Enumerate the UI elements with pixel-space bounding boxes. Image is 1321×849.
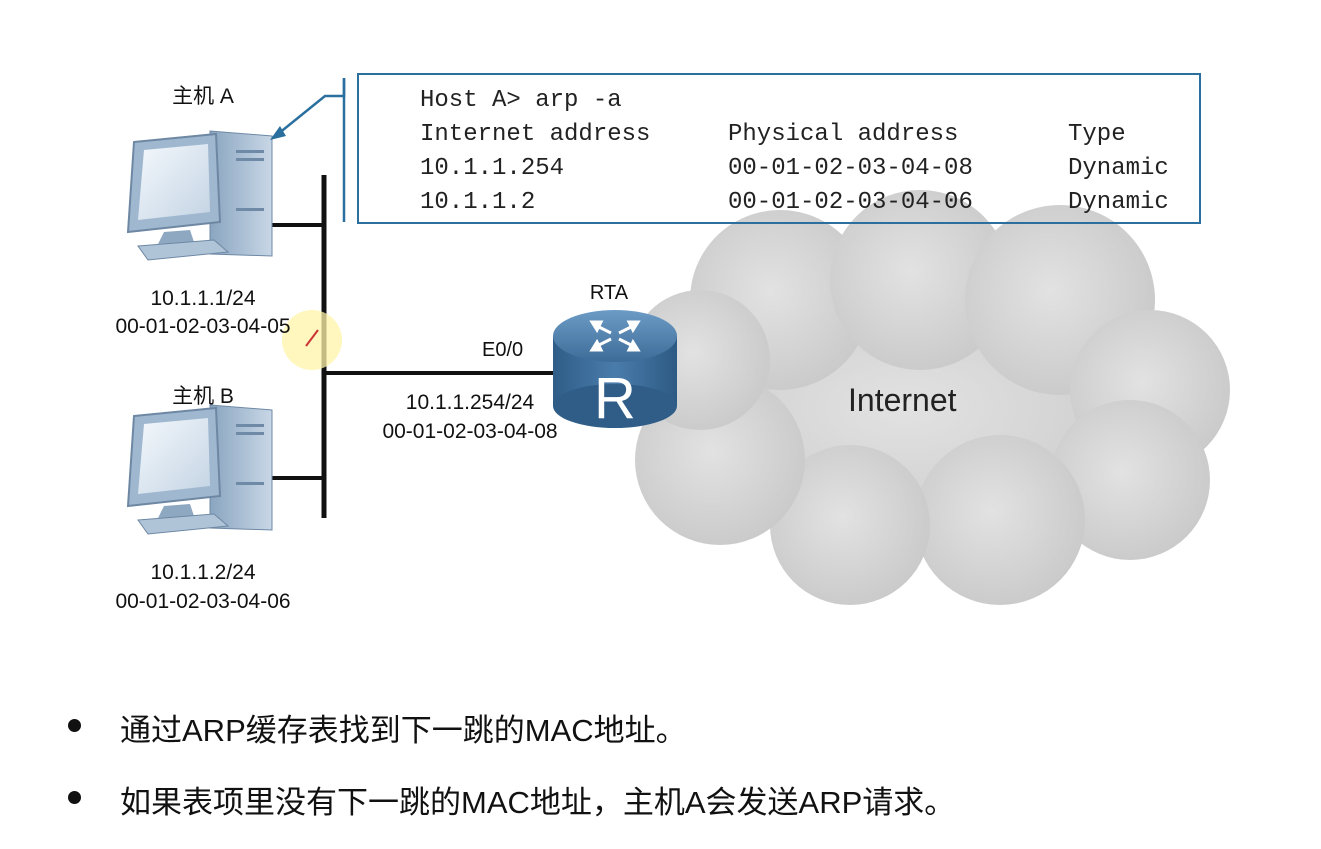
arp-command: Host A> arp -a (420, 87, 622, 114)
arp-row-ip: 10.1.1.2 (420, 189, 536, 216)
router-mac: 00-01-02-03-04-08 (382, 420, 558, 443)
arp-table-box: Host A> arp -a Internet address Physical… (357, 73, 1201, 224)
router-interface: E0/0 (482, 339, 524, 361)
arp-header-internet-address: Internet address (420, 121, 651, 148)
arp-row-mac: 00-01-02-03-04-08 (728, 155, 973, 182)
router-ip: 10.1.1.254/24 (405, 391, 535, 414)
router-icon: R (553, 310, 677, 431)
arp-header-physical-address: Physical address (728, 121, 959, 148)
router-symbol: R (594, 366, 636, 431)
host-a-ip: 10.1.1.1/24 (150, 287, 256, 310)
host-b-computer-icon (126, 404, 273, 535)
host-a-name: 主机 A (172, 85, 234, 108)
router-name: RTA (589, 282, 629, 304)
bullet-item: 通过ARP缓存表找到下一跳的MAC地址。 (62, 705, 955, 748)
host-b-mac: 00-01-02-03-04-06 (115, 590, 291, 613)
bullet-text: 如果表项里没有下一跳的MAC地址，主机A会发送ARP请求。 (120, 785, 956, 820)
arp-header-type: Type (1068, 121, 1126, 148)
arp-row-ip: 10.1.1.254 (420, 155, 565, 182)
callout-arrow (270, 78, 346, 222)
host-a-mac: 00-01-02-03-04-05 (115, 315, 291, 338)
arp-row-type: Dynamic (1068, 155, 1169, 182)
host-a-computer-icon (126, 130, 273, 261)
arp-row-type: Dynamic (1068, 189, 1169, 216)
bullet-dot-icon (68, 791, 81, 804)
host-b-name: 主机 B (172, 385, 234, 408)
cursor-highlight (282, 310, 342, 370)
host-b-ip: 10.1.1.2/24 (150, 561, 256, 584)
internet-label: Internet (848, 382, 957, 418)
bullet-text: 通过ARP缓存表找到下一跳的MAC地址。 (120, 713, 687, 748)
bullet-dot-icon (68, 719, 81, 732)
bullet-item: 如果表项里没有下一跳的MAC地址，主机A会发送ARP请求。 (62, 777, 956, 820)
arp-row-mac: 00-01-02-03-04-06 (728, 189, 973, 216)
bullet-list: 通过ARP缓存表找到下一跳的MAC地址。 如果表项里没有下一跳的MAC地址，主机… (62, 705, 955, 849)
